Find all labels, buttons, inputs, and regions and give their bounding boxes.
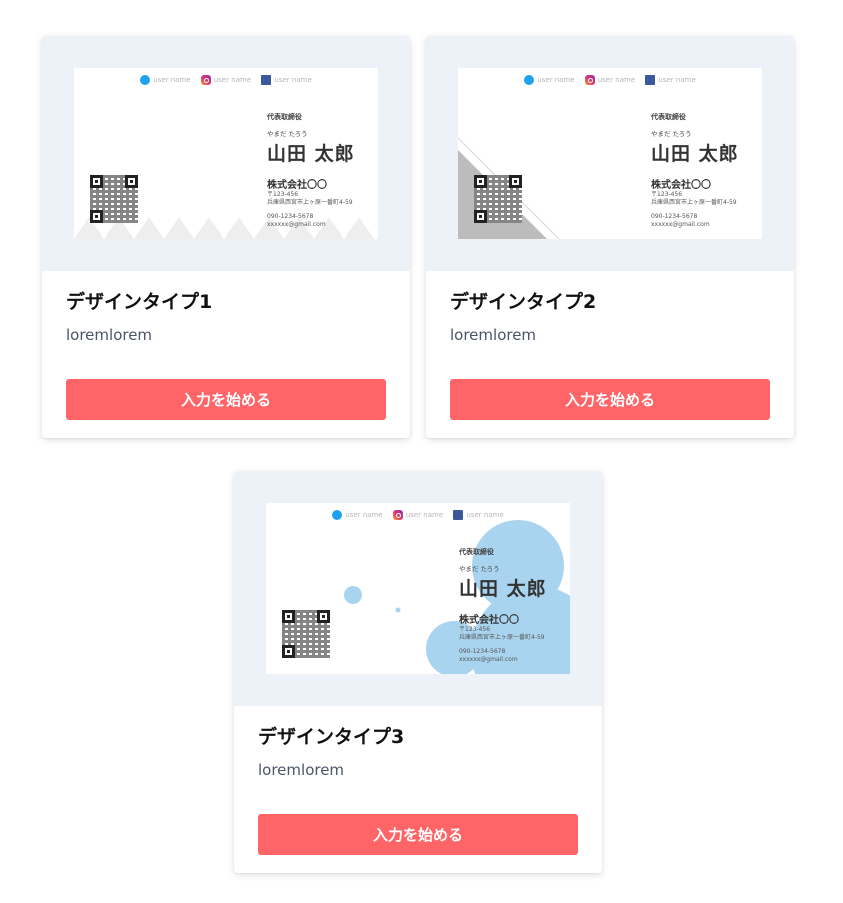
instagram-icon [584,75,595,85]
person-name: 山田 太郎 [459,578,547,600]
card-body: デザインタイプ1 loremlorem 入力を始める [42,271,410,420]
phone-number: 090-1234-5678 [651,213,698,220]
name-kana: やまだ たろう [459,565,500,573]
company-name: 株式会社〇〇 [459,615,519,626]
start-input-button[interactable]: 入力を始める [258,814,578,855]
twitter-username: user name [345,511,383,519]
name-kana: やまだ たろう [651,130,692,138]
person-name: 山田 太郎 [651,143,739,165]
facebook-username: user name [274,76,312,84]
position-title: 代表取締役 [267,113,302,121]
instagram-username: user name [405,511,444,519]
design-card-2: user name user name user name 代表取締役 やまだ … [426,36,794,438]
instagram-icon [200,75,211,85]
instagram-username: user name [213,76,252,84]
start-input-button[interactable]: 入力を始める [66,379,386,420]
qr-code-icon [282,610,330,658]
card-preview-area: user name user name user name 代表取締役 やまだ … [42,36,410,271]
card-title: デザインタイプ1 [66,291,213,313]
phone-number: 090-1234-5678 [267,213,314,220]
card-body: デザインタイプ2 loremlorem 入力を始める [426,271,794,420]
position-title: 代表取締役 [651,113,686,121]
company-name: 株式会社〇〇 [651,180,711,191]
email-address: xxxxxx@gmail.com [651,221,710,228]
name-kana: やまだ たろう [267,130,308,138]
facebook-icon [645,75,656,85]
card-description: loremlorem [258,761,345,779]
social-row: user name user name user name [266,510,570,522]
address: 兵庫県西宮市上ヶ原一番町4-59 [267,199,353,206]
twitter-icon [524,75,535,85]
card-info: 代表取締役 やまだ たろう 山田 太郎 株式会社〇〇 〒123-456 兵庫県西… [651,112,739,229]
instagram-icon [392,510,403,520]
facebook-icon [261,75,272,85]
position-title: 代表取締役 [459,548,494,556]
email-address: xxxxxx@gmail.com [459,656,518,663]
card-description: loremlorem [450,326,537,344]
business-card-preview[interactable]: user name user name user name 代表取締役 やまだ … [74,68,378,239]
card-title: デザインタイプ3 [258,726,405,748]
start-input-button[interactable]: 入力を始める [450,379,770,420]
twitter-username: user name [153,76,191,84]
facebook-icon [453,510,464,520]
design-card-1: user name user name user name 代表取締役 やまだ … [42,36,410,438]
postal-code: 〒123-456 [459,626,491,633]
business-card-preview[interactable]: user name user name user name 代表取締役 やまだ … [266,503,570,674]
card-title: デザインタイプ2 [450,291,597,313]
card-preview-area: user name user name user name 代表取締役 やまだ … [426,36,794,271]
person-name: 山田 太郎 [267,143,355,165]
card-info: 代表取締役 やまだ たろう 山田 太郎 株式会社〇〇 〒123-456 兵庫県西… [459,547,547,664]
card-description: loremlorem [66,326,153,344]
twitter-username: user name [537,76,575,84]
business-card-preview[interactable]: user name user name user name 代表取締役 やまだ … [458,68,762,239]
email-address: xxxxxx@gmail.com [267,221,326,228]
company-name: 株式会社〇〇 [267,180,327,191]
address: 兵庫県西宮市上ヶ原一番町4-59 [459,634,545,641]
qr-code-icon [90,175,138,223]
facebook-username: user name [466,511,504,519]
card-preview-area: user name user name user name 代表取締役 やまだ … [234,471,602,706]
twitter-icon [332,510,343,520]
design-card-3: user name user name user name 代表取締役 やまだ … [234,471,602,873]
address: 兵庫県西宮市上ヶ原一番町4-59 [651,199,737,206]
twitter-icon [140,75,151,85]
facebook-username: user name [658,76,696,84]
card-body: デザインタイプ3 loremlorem 入力を始める [234,706,602,855]
postal-code: 〒123-456 [267,191,299,198]
instagram-username: user name [597,76,636,84]
phone-number: 090-1234-5678 [459,648,506,655]
social-row: user name user name user name [458,75,762,87]
postal-code: 〒123-456 [651,191,683,198]
social-row: user name user name user name [74,75,378,87]
card-info: 代表取締役 やまだ たろう 山田 太郎 株式会社〇〇 〒123-456 兵庫県西… [267,112,355,229]
qr-code-icon [474,175,522,223]
